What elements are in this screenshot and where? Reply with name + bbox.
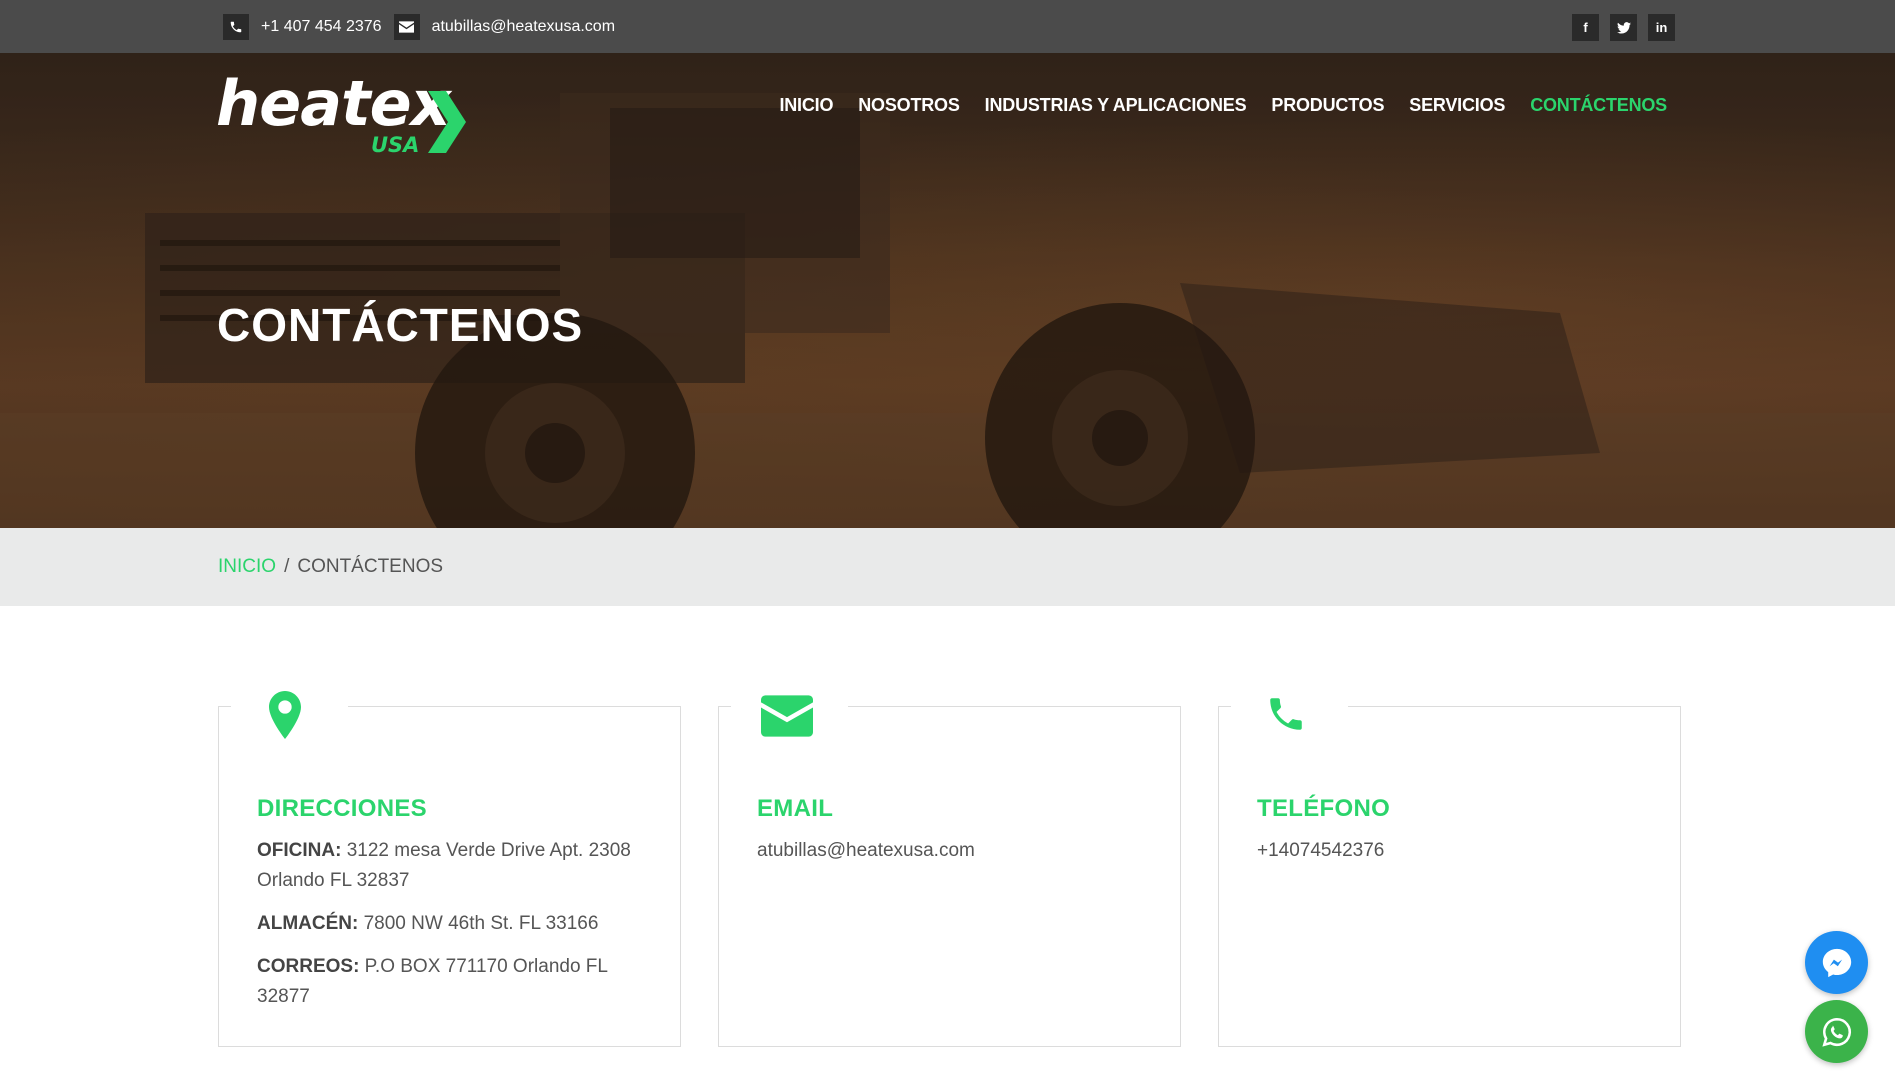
top-phone-link[interactable]: +1 407 454 2376	[261, 18, 382, 36]
address-card: DIRECCIONES OFICINA: 3122 mesa Verde Dri…	[218, 691, 681, 1047]
mail-address: CORREOS: P.O BOX 771170 Orlando FL 32877	[257, 956, 608, 1007]
envelope-icon	[393, 14, 420, 40]
nav-item-industrias[interactable]: INDUSTRIAS Y APLICACIONES	[985, 95, 1247, 116]
breadcrumb: INICIO / CONTÁCTENOS	[218, 556, 443, 578]
address-title: DIRECCIONES	[257, 795, 427, 822]
map-pin-icon	[269, 691, 301, 744]
logo-usa: USA	[371, 133, 420, 157]
phone-icon	[223, 14, 249, 40]
breadcrumb-home-link[interactable]: INICIO	[218, 556, 276, 577]
breadcrumb-bar: INICIO / CONTÁCTENOS	[0, 528, 1895, 606]
warehouse-address: ALMACÉN: 7800 NW 46th St. FL 33166	[257, 913, 599, 934]
logo-word: heatex	[216, 67, 451, 140]
office-address: OFICINA: 3122 mesa Verde Drive Apt. 2308…	[257, 840, 631, 891]
top-bar: +1 407 454 2376 atubillas@heatexusa.com …	[0, 0, 1895, 53]
phone-body: +14074542376	[1257, 836, 1657, 879]
nav-item-nosotros[interactable]: NOSOTROS	[858, 95, 960, 116]
breadcrumb-separator: /	[284, 556, 290, 577]
nav-item-servicios[interactable]: SERVICIOS	[1409, 95, 1505, 116]
whatsapp-button[interactable]	[1805, 1000, 1868, 1063]
messenger-button[interactable]	[1805, 931, 1868, 994]
phone-link[interactable]: +14074542376	[1257, 836, 1657, 866]
facebook-icon[interactable]: f	[1572, 14, 1599, 41]
top-email-link[interactable]: atubillas@heatexusa.com	[432, 18, 615, 36]
breadcrumb-current: CONTÁCTENOS	[297, 556, 444, 577]
social-links: f in	[1572, 14, 1675, 41]
twitter-icon[interactable]	[1610, 14, 1637, 41]
hero-banner: heatex USA INICIO NOSOTROS INDUSTRIAS Y …	[0, 53, 1895, 528]
email-body: atubillas@heatexusa.com	[757, 836, 1157, 879]
nav-item-inicio[interactable]: INICIO	[779, 95, 833, 116]
main-nav: INICIO NOSOTROS INDUSTRIAS Y APLICACIONE…	[779, 95, 1667, 116]
heatex-logo[interactable]: heatex USA	[216, 67, 476, 163]
top-contact: +1 407 454 2376 atubillas@heatexusa.com	[223, 14, 627, 40]
page-title: CONTÁCTENOS	[217, 299, 584, 351]
linkedin-icon[interactable]: in	[1648, 14, 1675, 41]
logo-chevron-icon	[428, 91, 466, 153]
email-card: EMAIL atubillas@heatexusa.com	[718, 693, 1181, 1047]
nav-item-productos[interactable]: PRODUCTOS	[1271, 95, 1384, 116]
email-title: EMAIL	[757, 795, 834, 822]
phone-card: TELÉFONO +14074542376	[1218, 693, 1681, 1047]
address-body: OFICINA: 3122 mesa Verde Drive Apt. 2308…	[257, 836, 657, 1025]
envelope-icon	[761, 695, 813, 742]
whatsapp-icon	[1821, 1017, 1851, 1047]
email-link[interactable]: atubillas@heatexusa.com	[757, 836, 1157, 866]
phone-icon	[1265, 693, 1307, 740]
messenger-icon	[1822, 948, 1851, 977]
nav-item-contactenos[interactable]: CONTÁCTENOS	[1530, 95, 1667, 116]
phone-title: TELÉFONO	[1257, 795, 1391, 822]
